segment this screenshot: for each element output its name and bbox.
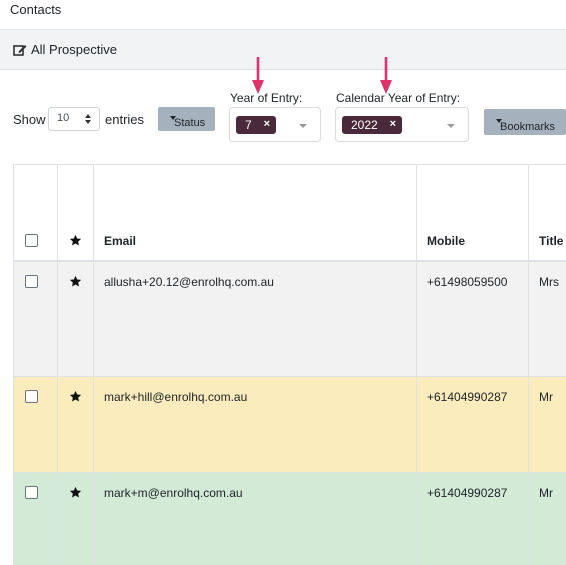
mobile-cell: +61404990287 xyxy=(427,390,508,404)
title-cell: Mr xyxy=(539,486,553,500)
mobile-cell: +61404990287 xyxy=(427,486,508,500)
contacts-table: Email Mobile Title allusha+20.12@enrolhq… xyxy=(13,164,566,565)
status-dropdown-button[interactable]: Status xyxy=(158,107,215,131)
chevron-down-icon[interactable] xyxy=(447,124,455,128)
annotation-arrow-icon xyxy=(252,57,264,94)
calendar-year-select[interactable]: 2022 × xyxy=(335,107,469,142)
title-cell: Mrs xyxy=(539,275,559,289)
stepper-arrows-icon xyxy=(85,114,91,124)
remove-calendar-year-tag-icon[interactable]: × xyxy=(390,118,396,130)
year-of-entry-label: Year of Entry: xyxy=(230,91,303,105)
email-cell[interactable]: allusha+20.12@enrolhq.com.au xyxy=(104,275,274,289)
column-header-email[interactable]: Email xyxy=(104,234,136,248)
edit-icon[interactable] xyxy=(13,43,27,57)
entries-select[interactable]: 10 xyxy=(48,107,100,131)
calendar-year-tag: 2022 × xyxy=(342,116,402,134)
table-row[interactable]: mark+m@enrolhq.com.au +61404990287 Mr xyxy=(14,473,566,565)
star-icon[interactable] xyxy=(69,390,82,403)
title-cell: Mr xyxy=(539,390,553,404)
row-checkbox[interactable] xyxy=(25,275,38,288)
chevron-down-icon[interactable] xyxy=(299,124,307,128)
column-header-title[interactable]: Title xyxy=(539,234,563,248)
calendar-year-label: Calendar Year of Entry: xyxy=(336,91,461,105)
email-cell[interactable]: mark+hill@enrolhq.com.au xyxy=(104,390,247,404)
remove-year-tag-icon[interactable]: × xyxy=(264,118,270,130)
star-icon[interactable] xyxy=(69,234,82,247)
status-button-label: Status xyxy=(174,117,206,129)
calendar-year-tag-value: 2022 xyxy=(351,118,378,132)
email-cell[interactable]: mark+m@enrolhq.com.au xyxy=(104,486,243,500)
select-all-checkbox[interactable] xyxy=(25,234,38,247)
column-header-mobile[interactable]: Mobile xyxy=(427,234,465,248)
row-checkbox[interactable] xyxy=(25,390,38,403)
top-bar: Contacts xyxy=(0,0,566,30)
table-row[interactable]: mark+hill@enrolhq.com.au +61404990287 Mr xyxy=(14,377,566,473)
mobile-cell: +61498059500 xyxy=(427,275,508,289)
star-icon[interactable] xyxy=(69,275,82,288)
table-header-row: Email Mobile Title xyxy=(14,165,566,262)
entries-label: entries xyxy=(105,112,145,127)
show-label: Show xyxy=(13,112,46,127)
bookmarks-dropdown-button[interactable]: Bookmarks xyxy=(484,109,566,135)
year-of-entry-select[interactable]: 7 × xyxy=(229,107,321,142)
page-title: Contacts xyxy=(10,2,62,17)
table-row[interactable]: allusha+20.12@enrolhq.com.au +6149805950… xyxy=(14,262,566,377)
bookmarks-button-label: Bookmarks xyxy=(500,121,556,133)
star-icon[interactable] xyxy=(69,486,82,499)
year-tag-value: 7 xyxy=(245,118,252,132)
year-tag: 7 × xyxy=(236,116,276,134)
row-checkbox[interactable] xyxy=(25,486,38,499)
entries-value: 10 xyxy=(57,112,70,124)
annotation-arrow-icon xyxy=(380,57,392,94)
view-title: All Prospective xyxy=(31,42,117,57)
view-bar: All Prospective xyxy=(0,30,566,70)
